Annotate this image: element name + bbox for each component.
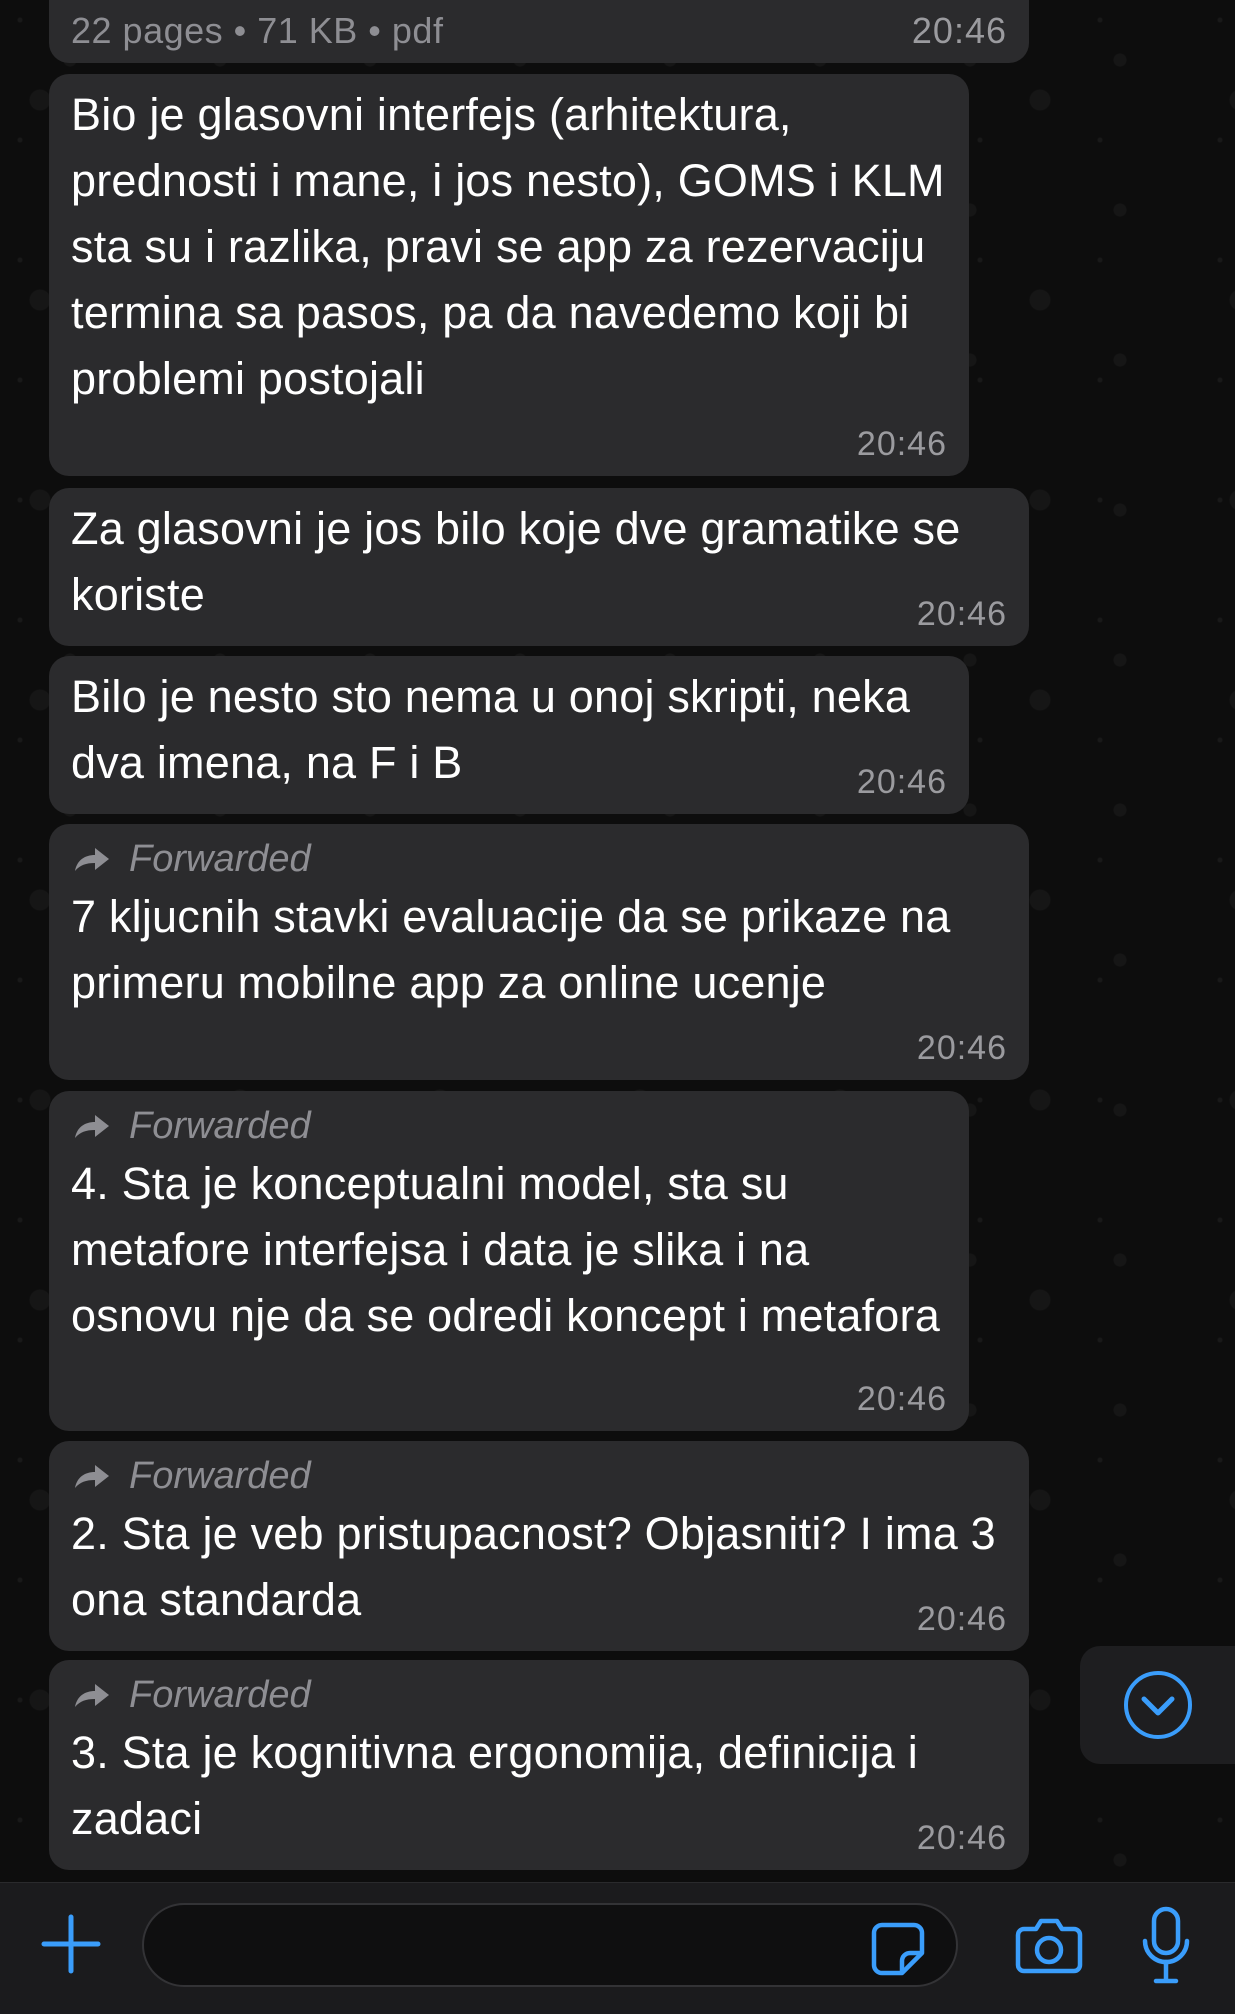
- message-bubble[interactable]: Bilo je nesto sto nema u onoj skripti, n…: [49, 656, 969, 814]
- chevron-down-circle-icon: [1123, 1671, 1192, 1739]
- camera-icon[interactable]: [1014, 1913, 1084, 1977]
- forwarded-text: Forwarded: [129, 1454, 311, 1497]
- forwarded-text: Forwarded: [129, 1104, 311, 1147]
- message-time: 20:46: [856, 1380, 947, 1418]
- forwarded-message-bubble[interactable]: Forwarded 4. Sta je konceptualni model, …: [49, 1091, 969, 1431]
- message-text: Bilo je nesto sto nema u onoj skripti, n…: [71, 671, 911, 788]
- message-text: 2. Sta je veb pristupacnost? Objasniti? …: [71, 1508, 996, 1625]
- scroll-to-bottom-button[interactable]: [1080, 1646, 1235, 1764]
- forwarded-label: Forwarded: [71, 1101, 947, 1151]
- forward-arrow-icon: [75, 1465, 109, 1488]
- message-input-bar: [0, 1882, 1235, 2014]
- forwarded-text: Forwarded: [129, 1673, 311, 1716]
- forwarded-label: Forwarded: [71, 1451, 1007, 1501]
- message-bubble[interactable]: Za glasovni je jos bilo koje dve gramati…: [49, 488, 1029, 646]
- message-time: 20:46: [856, 763, 947, 801]
- chat-area[interactable]: 22 pages • 71 KB • pdf 20:46 Bio je glas…: [0, 0, 1235, 1882]
- sticker-icon[interactable]: [868, 1919, 928, 1979]
- forwarded-message-bubble[interactable]: Forwarded 2. Sta je veb pristupacnost? O…: [49, 1441, 1029, 1651]
- message-time: 20:46: [916, 1600, 1007, 1638]
- message-input[interactable]: [142, 1903, 958, 1987]
- message-text: 4. Sta je konceptualni model, sta su met…: [71, 1158, 940, 1341]
- forwarded-label: Forwarded: [71, 1670, 1007, 1720]
- message-bubble[interactable]: Bio je glasovni interfejs (arhitektura, …: [49, 74, 969, 476]
- forwarded-message-bubble[interactable]: Forwarded 7 kljucnih stavki evaluacije d…: [49, 824, 1029, 1080]
- forwarded-label: Forwarded: [71, 834, 1007, 884]
- plus-icon[interactable]: [36, 1909, 106, 1979]
- forwarded-message-bubble[interactable]: Forwarded 3. Sta je kognitivna ergonomij…: [49, 1660, 1029, 1870]
- forward-arrow-icon: [75, 1684, 109, 1707]
- message-time: 20:46: [911, 10, 1007, 51]
- forwarded-text: Forwarded: [129, 837, 311, 880]
- forward-arrow-icon: [75, 1115, 109, 1138]
- forward-arrow-icon: [75, 848, 109, 871]
- document-message[interactable]: 22 pages • 71 KB • pdf 20:46: [49, 0, 1029, 63]
- message-time: 20:46: [916, 595, 1007, 633]
- message-time: 20:46: [916, 1029, 1007, 1067]
- message-text: 3. Sta je kognitivna ergonomija, definic…: [71, 1727, 918, 1844]
- message-text: Bio je glasovni interfejs (arhitektura, …: [71, 89, 945, 404]
- message-text: Za glasovni je jos bilo koje dve gramati…: [71, 503, 961, 620]
- message-time: 20:46: [916, 1819, 1007, 1857]
- message-time: 20:46: [856, 425, 947, 463]
- document-meta: 22 pages • 71 KB • pdf: [71, 10, 444, 51]
- microphone-icon[interactable]: [1140, 1905, 1192, 1987]
- message-text: 7 kljucnih stavki evaluacije da se prika…: [71, 891, 951, 1008]
